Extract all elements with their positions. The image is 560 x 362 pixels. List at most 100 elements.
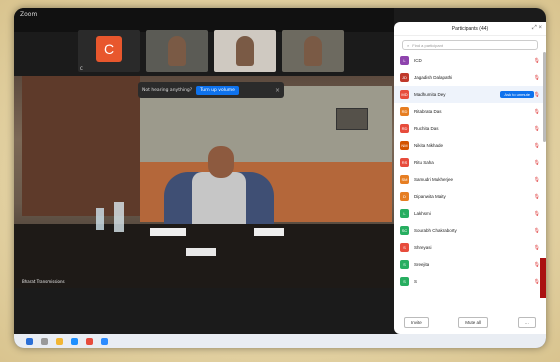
participant-row[interactable]: S S 🎙 — [394, 273, 546, 290]
windows-icon[interactable] — [26, 337, 33, 345]
folder-icon[interactable] — [56, 337, 63, 345]
avatar: RD — [400, 124, 409, 133]
conference-table — [14, 224, 394, 288]
participant-name: Sreejita — [414, 262, 430, 267]
avatar: MD — [400, 90, 409, 99]
papers — [254, 228, 284, 236]
participant-name: Madhumita Dey — [414, 92, 446, 97]
video-thumbnails: C C — [78, 30, 344, 72]
audio-banner: Not hearing anything? Turn up volume × — [138, 82, 284, 98]
avatar: SM — [400, 175, 409, 184]
panel-footer: Invite Mute all … — [394, 317, 546, 328]
participant-list: L ICD 🎙 JD Jagadish Dalapathi 🎙 MD Madhumita De… — [394, 52, 546, 302]
search-icon: ⌕ — [407, 42, 410, 48]
search-placeholder: Find a participant — [412, 42, 443, 48]
avatar: D — [400, 192, 409, 201]
participant-name: ICD — [414, 58, 422, 63]
avatar: SC — [400, 226, 409, 235]
app-icon[interactable] — [86, 337, 93, 345]
mic-muted-icon: 🎙 — [533, 57, 540, 64]
avatar: C — [96, 36, 122, 62]
participant-thumbnail[interactable] — [214, 30, 276, 72]
participant-video — [304, 36, 322, 66]
participant-row[interactable]: D Dipanwita Maity 🎙 — [394, 188, 546, 205]
scrollbar[interactable] — [543, 52, 546, 142]
ask-to-unmute-button[interactable]: Ask to unmute — [500, 91, 534, 98]
panel-title: Participants (44) — [451, 25, 489, 32]
participant-name: Jagadish Dalapathi — [414, 75, 453, 80]
participant-name: Ruchita Das — [414, 126, 439, 131]
avatar: L — [400, 56, 409, 65]
participant-video — [236, 36, 254, 66]
speaker-vest — [192, 172, 246, 230]
mic-muted-icon: 🎙 — [533, 176, 540, 183]
main-video[interactable]: Bharat Transmissions — [14, 76, 394, 288]
participant-row[interactable]: RD Ritabrata Das 🎙 — [394, 103, 546, 120]
wall-picture — [336, 108, 368, 130]
participant-name: Dipanwita Maity — [414, 194, 446, 199]
mic-muted-icon: 🎙 — [533, 125, 540, 132]
water-bottle — [96, 208, 104, 230]
avatar: RS — [400, 158, 409, 167]
turn-up-volume-button[interactable]: Turn up volume — [196, 85, 239, 95]
window-title: Zoom — [20, 11, 38, 18]
zoom-icon[interactable] — [101, 337, 108, 345]
screen: Zoom C C Bharat Transmissions Not hearin… — [14, 8, 546, 348]
taskbar — [14, 334, 546, 348]
invite-button[interactable]: Invite — [404, 317, 429, 328]
control-bar — [14, 288, 394, 334]
participant-thumbnail[interactable] — [282, 30, 344, 72]
participant-row[interactable]: MD Madhumita Dey Ask to unmute 🎙 — [394, 86, 546, 103]
participant-row[interactable]: NM Nikita Nikhade 🎙 — [394, 137, 546, 154]
participant-row[interactable]: SM Samudri Mukherjee 🎙 — [394, 171, 546, 188]
avatar: S — [400, 277, 409, 286]
side-tab[interactable] — [540, 258, 546, 298]
mic-muted-icon: 🎙 — [533, 108, 540, 115]
mic-muted-icon: 🎙 — [533, 193, 540, 200]
banner-question: Not hearing anything? — [142, 87, 193, 93]
search-input[interactable]: ⌕ Find a participant — [402, 40, 538, 50]
mute-all-button[interactable]: Mute all — [458, 317, 489, 328]
thumbnail-name: C — [80, 66, 83, 71]
mic-muted-icon: 🎙 — [533, 91, 540, 98]
participant-row[interactable]: L Lakhsmi 🎙 — [394, 205, 546, 222]
top-bar: Zoom — [14, 8, 394, 32]
mic-muted-icon: 🎙 — [533, 244, 540, 251]
participant-row[interactable]: S Shreyasi 🎙 — [394, 239, 546, 256]
participant-row[interactable]: SC Sourabh Chakraborty 🎙 — [394, 222, 546, 239]
participant-name: Shreyasi — [414, 245, 432, 250]
papers — [150, 228, 186, 236]
participant-row[interactable]: L ICD 🎙 — [394, 52, 546, 69]
participant-name: Lakhsmi — [414, 211, 431, 216]
participant-thumbnail[interactable] — [146, 30, 208, 72]
participant-name: Ritabrata Das — [414, 109, 442, 114]
participant-row[interactable]: RS Ritu Saha 🎙 — [394, 154, 546, 171]
avatar: NM — [400, 141, 409, 150]
avatar: S — [400, 260, 409, 269]
close-icon[interactable]: × — [275, 87, 280, 94]
participant-row[interactable]: RD Ruchita Das 🎙 — [394, 120, 546, 137]
participant-row[interactable]: JD Jagadish Dalapathi 🎙 — [394, 69, 546, 86]
participant-video — [168, 36, 186, 66]
participant-thumbnail[interactable]: C C — [78, 30, 140, 72]
browser-icon[interactable] — [71, 337, 78, 345]
avatar: JD — [400, 73, 409, 82]
participant-row[interactable]: S Sreejita 🎙 — [394, 256, 546, 273]
participant-name: Sourabh Chakraborty — [414, 228, 457, 233]
participant-name: Samudri Mukherjee — [414, 177, 454, 182]
water-bottle — [114, 202, 124, 232]
mic-muted-icon: 🎙 — [533, 210, 540, 217]
photo-frame: Zoom C C Bharat Transmissions Not hearin… — [0, 0, 560, 362]
speaker-name-label: Bharat Transmissions — [22, 279, 65, 284]
more-button[interactable]: … — [517, 317, 536, 328]
avatar: S — [400, 243, 409, 252]
avatar: L — [400, 209, 409, 218]
mic-muted-icon: 🎙 — [533, 142, 540, 149]
avatar: RD — [400, 107, 409, 116]
close-icon[interactable]: ⤢ × — [532, 25, 542, 32]
participant-name: S — [414, 279, 418, 284]
wall-panel — [22, 76, 140, 216]
participant-name: Nikita Nikhade — [414, 143, 444, 148]
search-icon[interactable] — [41, 337, 48, 345]
mic-muted-icon: 🎙 — [533, 74, 540, 81]
